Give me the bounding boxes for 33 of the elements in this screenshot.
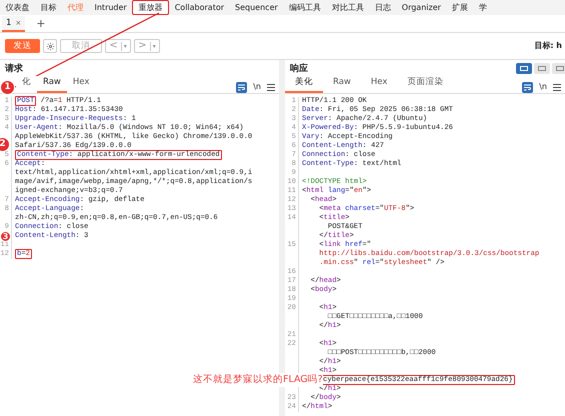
pane-title: 响应 xyxy=(290,63,308,76)
nav-tab[interactable]: 扩展 xyxy=(446,0,474,15)
nav-tab[interactable]: 日志 xyxy=(369,0,396,15)
nav-tab[interactable]: Intruder xyxy=(89,0,132,15)
nav-tab[interactable]: 编码工具 xyxy=(283,0,326,15)
menu-icon[interactable] xyxy=(267,84,275,90)
nav-tab[interactable]: 仪表盘 xyxy=(0,0,35,15)
nav-tab[interactable]: 目标 xyxy=(35,0,62,15)
newline-toggle[interactable]: \n xyxy=(539,81,547,93)
callout-marker: 2 xyxy=(0,137,10,152)
layout-toggle[interactable] xyxy=(534,62,550,74)
pane-title: 请求 xyxy=(5,62,23,76)
nav-tab[interactable]: Organizer xyxy=(396,0,446,15)
layout-toggle[interactable] xyxy=(516,62,532,74)
callout-marker: 3 xyxy=(0,231,11,242)
editor-tab[interactable]: 美化 xyxy=(285,76,323,93)
nav-tab[interactable]: 对比工具 xyxy=(326,0,370,15)
nav-tab[interactable]: Collaborator xyxy=(169,0,230,15)
callout-marker: 1 xyxy=(0,80,15,95)
settings-icon[interactable] xyxy=(43,39,57,53)
annotation-note: 这不就是梦寐以求的FLAG吗? xyxy=(193,373,323,388)
editor-tab[interactable]: Raw xyxy=(37,76,67,93)
nav-tab[interactable]: 重放器 xyxy=(132,0,170,15)
wrap-icon[interactable] xyxy=(522,82,534,92)
nav-tab[interactable]: 学 xyxy=(473,0,492,15)
menu-icon[interactable] xyxy=(553,84,561,90)
add-tab-button[interactable]: + xyxy=(33,16,49,32)
target-label: 目标: h xyxy=(534,40,562,52)
newline-toggle[interactable]: \n xyxy=(253,81,261,93)
tab-label: 1 xyxy=(6,16,12,30)
layout-toggle[interactable] xyxy=(552,62,565,74)
nav-tab[interactable]: Sequencer xyxy=(230,0,284,15)
wrap-icon[interactable] xyxy=(236,82,248,92)
